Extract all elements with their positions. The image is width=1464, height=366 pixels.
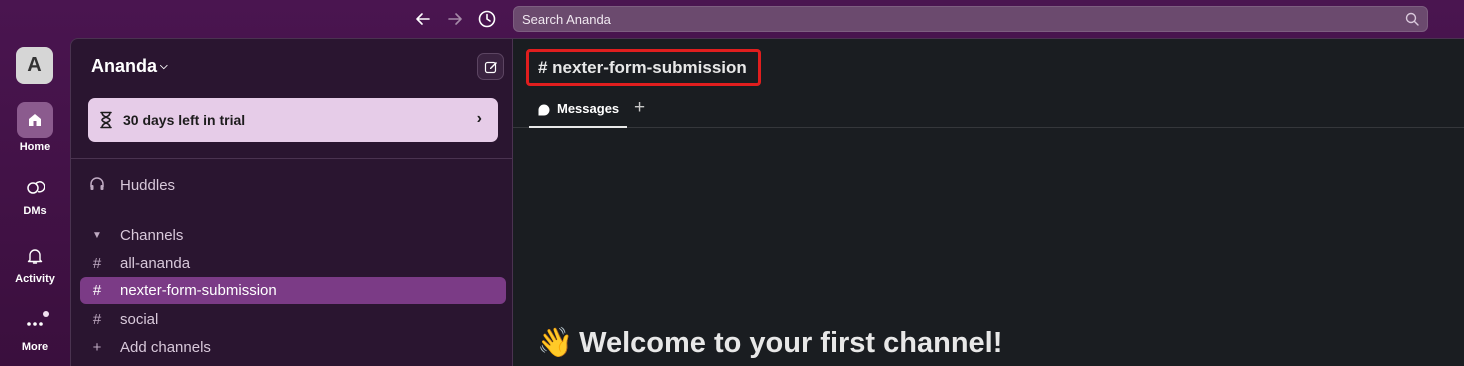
welcome-heading: 👋 Welcome to your first channel! (537, 326, 1002, 360)
compose-button[interactable] (477, 53, 504, 80)
tab-messages[interactable]: Messages (529, 95, 628, 128)
workspace-name: Ananda (91, 56, 158, 76)
sidebar-section-label: Channels (120, 227, 184, 244)
trial-text: 30 days left in trial (123, 112, 246, 128)
add-tab-button[interactable]: + (634, 97, 645, 119)
top-bar: Search Ananda (0, 0, 1464, 38)
forward-button[interactable] (444, 8, 466, 30)
dms-icon (17, 174, 53, 202)
rail-label-dms: DMs (23, 205, 47, 217)
search-placeholder: Search Ananda (522, 12, 611, 27)
headphones-icon (86, 176, 108, 195)
bell-icon (17, 242, 53, 270)
rail-item-home[interactable]: Home (0, 102, 70, 153)
clock-icon (478, 10, 496, 28)
channel-sidebar: Ananda ⌵ 30 days left in trial › Huddles … (70, 38, 513, 366)
sidebar-item-nexter-form-submission[interactable]: # nexter-form-submission (80, 277, 506, 304)
rail-item-activity[interactable]: Activity (0, 242, 70, 285)
back-button[interactable] (412, 8, 434, 30)
rail-label-home: Home (19, 141, 51, 153)
sidebar-item-label: nexter-form-submission (120, 282, 277, 299)
hourglass-icon (100, 111, 112, 129)
sidebar-item-huddles[interactable]: Huddles (80, 172, 506, 199)
arrow-right-icon (448, 13, 462, 25)
chevron-down-icon: ⌵ (160, 61, 168, 72)
rail-item-more[interactable]: More (0, 310, 70, 353)
trial-banner[interactable]: 30 days left in trial › (88, 98, 498, 142)
wave-emoji: 👋 (537, 327, 574, 359)
rail-item-dms[interactable]: DMs (0, 174, 70, 217)
channel-header[interactable]: # nexter-form-submission (526, 49, 761, 86)
search-input[interactable]: Search Ananda (513, 6, 1428, 32)
hash-icon: # (92, 255, 102, 272)
workspace-menu[interactable]: Ananda ⌵ (91, 56, 168, 77)
compose-icon (484, 61, 497, 73)
message-bubble-icon (538, 104, 550, 116)
arrow-left-icon (416, 13, 430, 25)
home-icon (17, 102, 53, 138)
sidebar-item-all-ananda[interactable]: # all-ananda (80, 250, 506, 277)
history-button[interactable] (476, 8, 498, 30)
sidebar-item-label: social (120, 311, 159, 328)
divider (71, 158, 513, 159)
channel-tabs: Messages + (513, 95, 1464, 128)
caret-down-icon: ▼ (92, 230, 102, 241)
plus-icon: + (92, 339, 102, 356)
sidebar-item-label: Add channels (120, 339, 211, 356)
channel-main: # nexter-form-submission Messages + 👋 Wel… (513, 38, 1464, 366)
rail-label-more: More (21, 341, 49, 353)
search-icon (1405, 12, 1419, 26)
sidebar-item-label: Huddles (120, 177, 176, 194)
welcome-text: Welcome to your first channel! (579, 327, 1003, 359)
notification-dot (43, 311, 49, 317)
channel-title: # nexter-form-submission (538, 58, 747, 77)
tab-label: Messages (557, 101, 620, 116)
hash-icon: # (92, 282, 102, 299)
rail-label-activity: Activity (15, 273, 55, 285)
chevron-right-icon: › (476, 110, 482, 127)
hash-icon: # (92, 311, 102, 328)
sidebar-item-add-channels[interactable]: + Add channels (80, 334, 506, 361)
sidebar-item-label: all-ananda (120, 255, 191, 272)
workspace-avatar[interactable]: A (16, 47, 53, 84)
sidebar-item-social[interactable]: # social (80, 306, 506, 333)
workspace-rail: A Home DMs Activity More (0, 38, 70, 366)
channels-section-header[interactable]: ▼ Channels (80, 222, 506, 249)
